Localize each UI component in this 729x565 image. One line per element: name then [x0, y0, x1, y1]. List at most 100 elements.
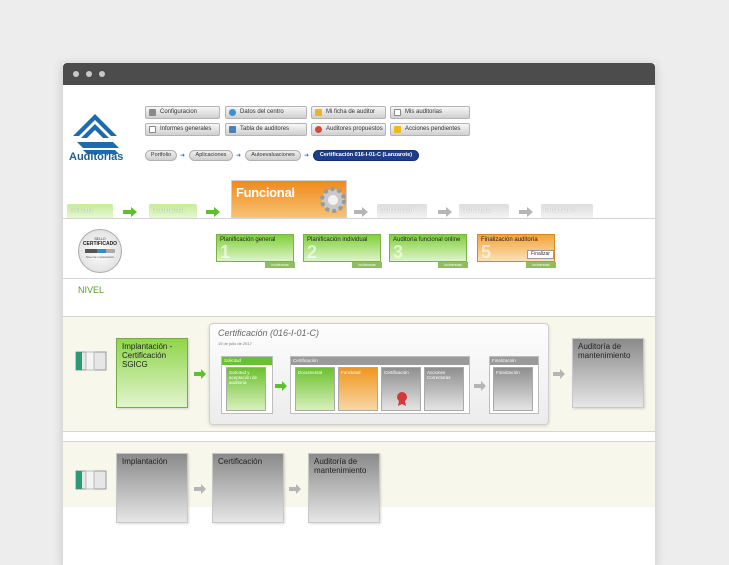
configuracion-button[interactable]: Configuracion [145, 106, 220, 119]
user-card-icon [315, 109, 322, 116]
acciones-correctoras-step[interactable]: Acciones Correctoras [424, 367, 464, 411]
button-label: Tabla de auditores [240, 126, 290, 132]
documental-step[interactable]: Documental [295, 367, 335, 411]
arrow-right-icon [354, 207, 368, 217]
level-cube-icon [75, 351, 107, 371]
button-label: Informes generales [160, 126, 212, 132]
arrow-right-icon [474, 381, 486, 391]
stage-solicitud[interactable]: Solicitud [67, 204, 113, 218]
substep-auditoria-funcional-online[interactable]: Auditoría funcional online 3 [389, 234, 467, 262]
globe-icon [229, 109, 236, 116]
substep-number: 2 [307, 242, 318, 262]
divider [63, 441, 655, 442]
incidencias-tag[interactable]: Incidencias [265, 262, 295, 268]
implantacion-certificacion-box[interactable]: Implantación - Certificación SGICG [116, 338, 188, 408]
box-label: Implantación [122, 457, 168, 466]
group-header: Finalización [490, 357, 538, 365]
arrow-right-icon: ➜ [180, 153, 186, 159]
arrow-right-icon [438, 207, 452, 217]
table-icon [229, 126, 236, 133]
breadcrumb-aplicaciones[interactable]: Aplicaciones [189, 150, 233, 161]
box-label: Auditoría de mantenimiento [578, 342, 631, 360]
breadcrumb-portfolio[interactable]: Portfolio [145, 150, 177, 161]
auditoria-mantenimiento-box[interactable]: Auditoría de mantenimiento [308, 453, 380, 523]
step-label: Acciones Correctoras [427, 370, 451, 380]
badge-bar [85, 249, 115, 253]
gear-icon [320, 187, 346, 213]
button-label: Mis auditorias [405, 109, 443, 115]
app-window: Auditorias Configuracion Datos del centr… [63, 63, 655, 565]
substep-number: 3 [393, 242, 404, 262]
finalizar-button[interactable]: Finalizar [527, 250, 554, 259]
button-label: Acciones pendientes [405, 126, 461, 132]
button-label: Auditores propuestos [326, 126, 383, 132]
badge-line: CERTIFICADO [82, 241, 118, 247]
stage-funcional-active[interactable]: Funcional [231, 180, 347, 218]
stage-finalizacion[interactable]: Finalización [541, 204, 593, 218]
window-dot-icon [86, 71, 92, 77]
divider [63, 431, 655, 432]
auditores-propuestos-button[interactable]: Auditores propuestos [311, 123, 386, 136]
breadcrumb-autoevaluaciones[interactable]: Autoevaluaciones [245, 150, 301, 161]
window-titlebar [63, 63, 655, 85]
step-label: Finalización [496, 370, 520, 375]
box-label: Auditoría de mantenimiento [314, 457, 367, 475]
badge-line: Nivel de implantación [85, 255, 115, 259]
stage-documental[interactable]: Documental [149, 204, 197, 218]
arrow-right-icon [194, 484, 206, 494]
document-icon [394, 109, 401, 116]
datos-centro-button[interactable]: Datos del centro [225, 106, 307, 119]
button-label: Configuracion [160, 109, 198, 115]
arrow-right-icon [519, 207, 533, 217]
step-label: Funcional [341, 370, 361, 375]
arrow-right-icon: ➜ [304, 153, 310, 159]
group-header: Certificación [291, 357, 469, 365]
auditoria-mantenimiento-box[interactable]: Auditoría de mantenimiento [572, 338, 644, 408]
app-name: Auditorias [69, 151, 124, 163]
group-header: Solicitud [222, 357, 272, 365]
nivel-heading: NIVEL [78, 285, 105, 295]
arrow-right-icon [123, 207, 137, 217]
finalizacion-step[interactable]: Finalización [493, 367, 533, 411]
certificacion-step[interactable]: Certificación [381, 367, 421, 411]
divider [63, 218, 655, 219]
card-title: Certificación (016-I-01-C) [218, 328, 320, 338]
button-label: Datos del centro [240, 109, 284, 115]
substep-planificacion-general[interactable]: Planificación general 1 [216, 234, 294, 262]
stage-correctora[interactable]: Correctora [459, 204, 509, 218]
seal-icon [397, 392, 407, 406]
breadcrumb-current: Certificación 016-I-01-C (Lanzarote) [313, 150, 419, 161]
button-label: Mi ficha de auditor [326, 109, 376, 115]
step-label: Certificación [384, 370, 409, 375]
stage-certificacion[interactable]: Certificación [377, 204, 427, 218]
card-date: 19 de julio de 2017 [218, 341, 252, 346]
incidencias-tag[interactable]: Incidencias [438, 262, 468, 268]
wrench-icon [149, 109, 156, 116]
certificacion-box[interactable]: Certificación [212, 453, 284, 523]
people-icon [315, 126, 322, 133]
tabla-auditores-button[interactable]: Tabla de auditores [225, 123, 307, 136]
mis-auditorias-button[interactable]: Mis auditorias [390, 106, 470, 119]
implantacion-box[interactable]: Implantación [116, 453, 188, 523]
arrow-right-icon [275, 381, 287, 391]
incidencias-tag[interactable]: Incidencias [352, 262, 382, 268]
box-label: Implantación - Certificación SGICG [122, 342, 173, 369]
substep-planificacion-individual[interactable]: Planificación individual 2 [303, 234, 381, 262]
arrow-right-icon [553, 369, 565, 379]
informes-generales-button[interactable]: Informes generales [145, 123, 220, 136]
acciones-pendientes-button[interactable]: Acciones pendientes [390, 123, 470, 136]
incidencias-tag[interactable]: Incidencias [526, 262, 556, 268]
solicitud-aceptacion-step[interactable]: Solicitud y aceptación de auditoría [226, 367, 266, 411]
arrow-right-icon [194, 369, 206, 379]
warning-icon [394, 126, 401, 133]
report-icon [149, 126, 156, 133]
substep-number: 5 [481, 242, 492, 262]
step-label: Documental [298, 370, 323, 375]
step-label: Solicitud y aceptación de auditoría [229, 370, 258, 385]
certificado-badge: SELLO CERTIFICADO Nivel de implantación [78, 229, 122, 273]
divider [63, 316, 655, 317]
arrow-right-icon [289, 484, 301, 494]
funcional-step[interactable]: Funcional [338, 367, 378, 411]
mi-ficha-auditor-button[interactable]: Mi ficha de auditor [311, 106, 386, 119]
level-cube-icon [75, 470, 107, 490]
